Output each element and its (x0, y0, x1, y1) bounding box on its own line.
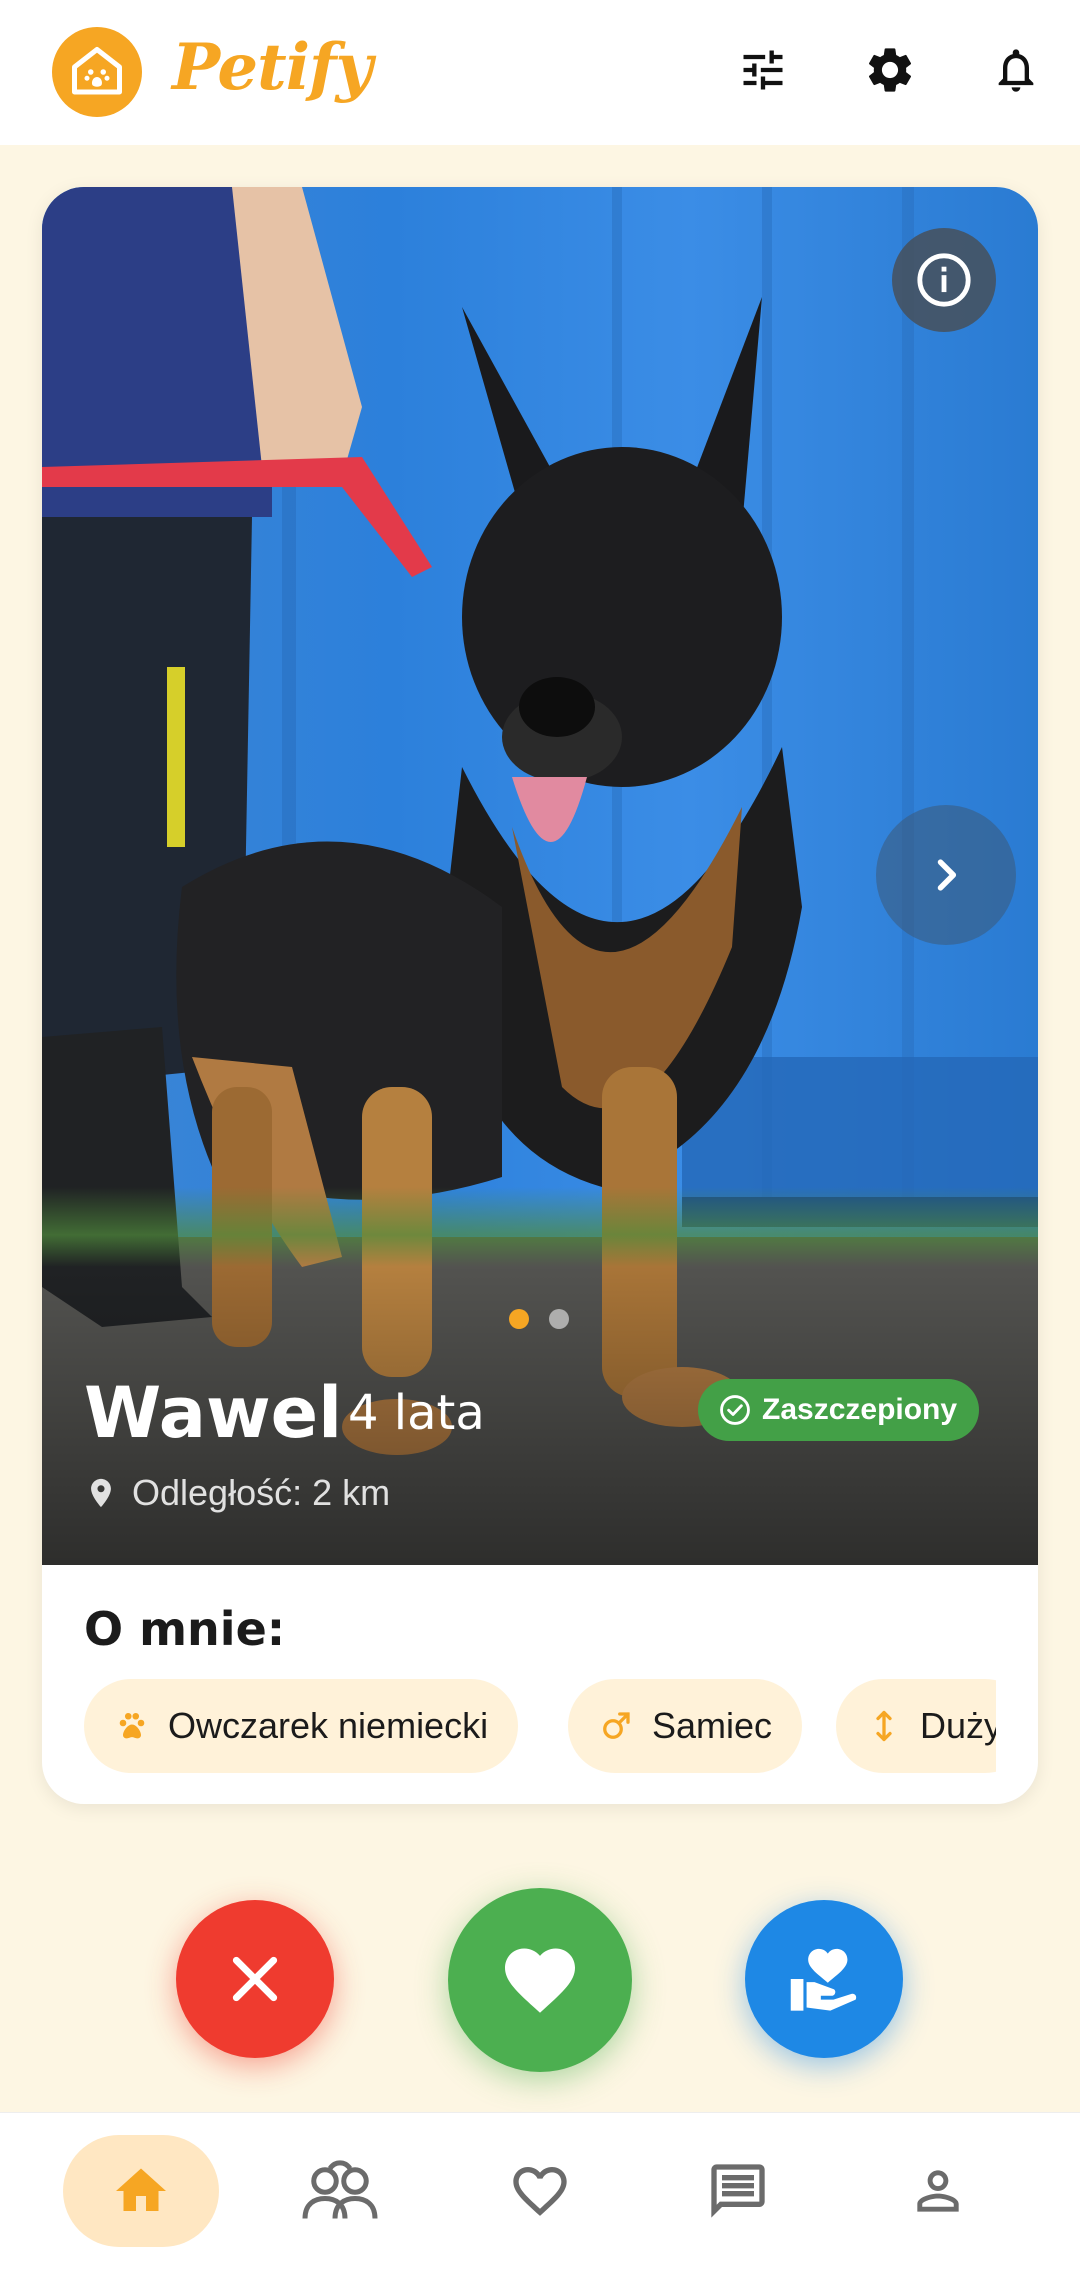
photo-indicator (509, 1309, 569, 1329)
volunteer-heart-hand-icon (790, 1948, 857, 2011)
reject-button[interactable] (176, 1900, 334, 2058)
info-button[interactable] (892, 228, 996, 332)
photo-grass (42, 1187, 1038, 1267)
app-logo (52, 27, 142, 117)
vaccinated-label: Zaszczepiony (762, 1393, 958, 1426)
person-icon (917, 2170, 959, 2212)
heart-icon (505, 1948, 575, 2013)
check-circle-icon (720, 1395, 750, 1425)
chat-icon (711, 2164, 765, 2218)
pet-name: Wawel (84, 1372, 343, 1454)
paw-icon (119, 1712, 145, 1739)
pet-photo[interactable]: Wawel 4 lata Zaszczepiony Odległość: 2 k… (42, 187, 1038, 1565)
like-button[interactable] (448, 1888, 632, 2072)
vaccinated-badge: Zaszczepiony (698, 1379, 980, 1441)
chip-gender: Samiec (568, 1679, 803, 1773)
pet-card[interactable]: Wawel 4 lata Zaszczepiony Odległość: 2 k… (42, 187, 1038, 1804)
heart-outline-icon (513, 2167, 567, 2216)
chip-gender-label: Samiec (652, 1705, 773, 1746)
photo-dot[interactable] (549, 1309, 569, 1329)
location-pin-icon (91, 1478, 111, 1508)
traits-list[interactable]: Owczarek niemiecki Samiec Duży (84, 1679, 996, 1775)
notifications-icon[interactable] (984, 38, 1048, 102)
app-title: Petify (172, 30, 373, 105)
pet-age: 4 lata (348, 1385, 485, 1441)
photo-dot-active[interactable] (509, 1309, 529, 1329)
chevron-right-icon (937, 859, 957, 891)
size-icon (876, 1710, 892, 1742)
adopt-button[interactable] (745, 1900, 903, 2058)
nav-profile[interactable] (860, 2135, 1016, 2247)
male-icon (603, 1712, 630, 1739)
distance-label: Odległość: 2 km (132, 1472, 391, 1513)
chip-breed-label: Owczarek niemiecki (168, 1705, 489, 1746)
nav-community[interactable] (262, 2135, 418, 2247)
chip-size-label: Duży (920, 1705, 996, 1746)
community-icon (302, 2160, 378, 2219)
nav-home[interactable] (63, 2135, 219, 2247)
house-paw-icon (72, 47, 122, 95)
distance-info: Odległość: 2 km (84, 1472, 390, 1514)
nav-messages[interactable] (660, 2135, 816, 2247)
bottom-nav (0, 2112, 1080, 2280)
chip-breed: Owczarek niemiecki (84, 1679, 519, 1773)
home-icon (116, 2168, 166, 2211)
filter-icon[interactable] (731, 38, 795, 102)
chip-size: Duży (836, 1679, 996, 1773)
next-photo-button[interactable] (876, 805, 1016, 945)
settings-icon[interactable] (858, 38, 922, 102)
about-title: O mnie: (84, 1602, 286, 1656)
close-icon (232, 1956, 278, 2002)
app-header: Petify (0, 0, 1080, 145)
info-icon (917, 253, 971, 307)
nav-favorites[interactable] (462, 2135, 618, 2247)
